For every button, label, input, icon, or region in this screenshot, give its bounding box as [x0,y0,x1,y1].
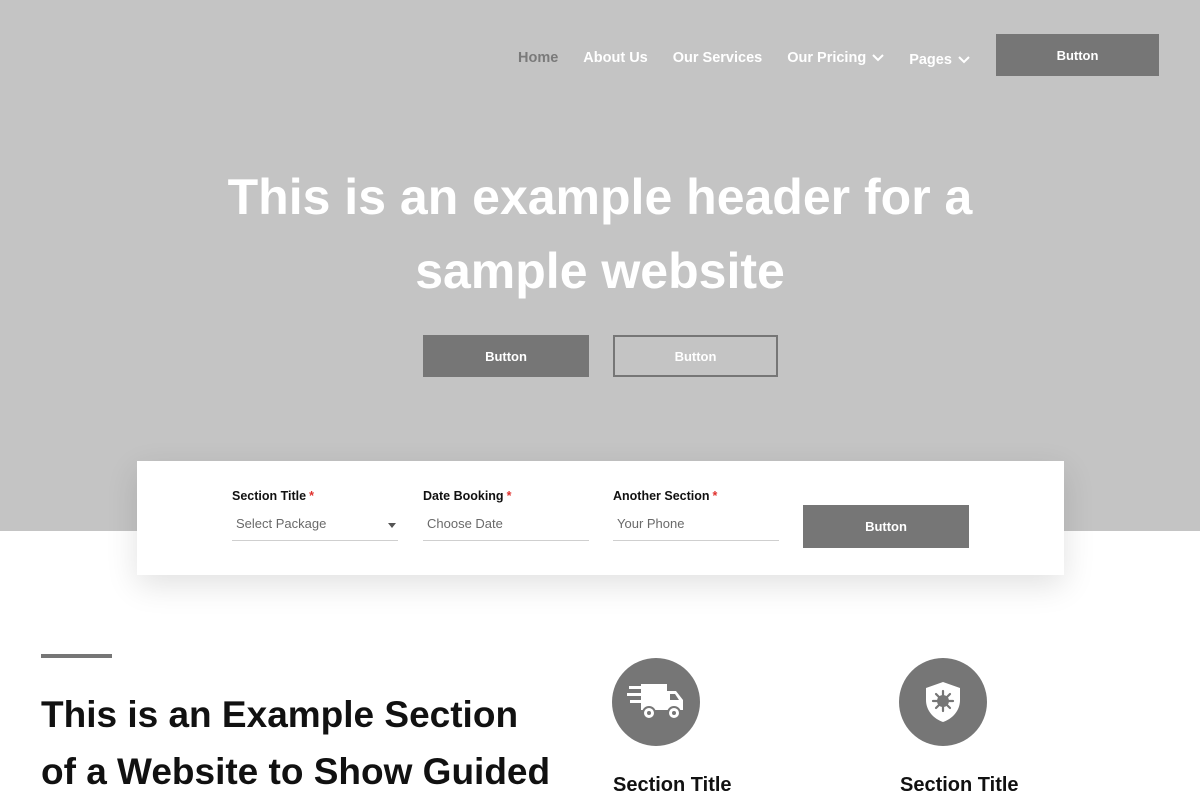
chevron-down-icon [958,56,970,64]
caret-down-icon [388,523,396,528]
hero-secondary-label: Button [674,348,717,364]
hero-primary-button[interactable]: Button [423,335,589,377]
required-mark: * [506,489,512,503]
hero-section: Home About Us Our Services Our Pricing P… [0,0,1200,531]
feature-title: Section Title [613,774,732,792]
phone-placeholder: Your Phone [617,516,685,531]
date-placeholder: Choose Date [427,516,503,531]
package-field: Section Title * Select Package [232,489,398,541]
nav-label-about-us: About Us [583,50,648,66]
booking-submit-button[interactable]: Button [803,505,969,548]
nav-label-our-services: Our Services [672,50,763,66]
hero-secondary-button[interactable]: Button [613,335,778,377]
nav-cta-label: Button [1056,47,1099,63]
nav-item-pages[interactable]: Pages [909,52,970,68]
chevron-down-icon [872,54,884,62]
date-field: Date Booking * Choose Date [423,489,589,541]
nav-item-home[interactable]: Home [518,50,558,66]
section-heading: This is an Example Section of a Website … [41,694,551,792]
nav-label-our-pricing: Our Pricing [787,50,867,66]
nav-item-our-pricing[interactable]: Our Pricing [787,50,884,66]
shield-virus-icon [899,658,987,746]
required-mark: * [712,489,718,503]
package-select[interactable]: Select Package [232,516,398,541]
hero-primary-label: Button [485,348,527,364]
date-input[interactable]: Choose Date [423,516,589,541]
delivery-truck-icon [612,658,700,746]
section-divider [41,654,112,658]
package-label: Section Title * [232,489,314,503]
main-nav: Home About Us Our Services Our Pricing P… [518,47,995,69]
booking-submit-label: Button [865,519,907,534]
required-mark: * [309,489,314,503]
nav-cta-button[interactable]: Button [996,34,1159,76]
nav-item-our-services[interactable]: Our Services [673,50,762,66]
booking-form: Section Title * Select Package Date Booki… [137,461,1064,575]
phone-input[interactable]: Your Phone [613,516,779,541]
date-label: Date Booking * [423,489,512,503]
nav-label-home: Home [518,50,559,66]
phone-field: Another Section * Your Phone [613,489,779,541]
nav-label-pages: Pages [909,52,952,68]
phone-label: Another Section * [613,489,718,503]
feature-title: Section Title [900,774,1019,792]
package-value: Select Package [236,516,327,531]
hero-title: This is an example header for a sample w… [227,169,973,299]
nav-item-about-us[interactable]: About Us [583,50,647,66]
